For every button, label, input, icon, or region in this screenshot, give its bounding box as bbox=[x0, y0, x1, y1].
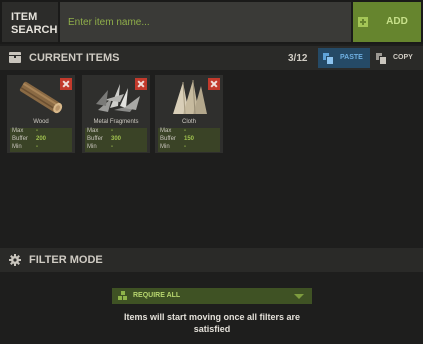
filter-mode-description: Items will start moving once all filters… bbox=[123, 312, 301, 334]
box-icon bbox=[9, 52, 21, 63]
paste-label: PASTE bbox=[340, 54, 363, 61]
remove-item-button[interactable] bbox=[60, 78, 72, 90]
items-grid: Wood Max - Buffer 200 Min - Metal Fragme… bbox=[0, 70, 423, 247]
item-min-row: Min - bbox=[10, 144, 72, 152]
item-max-row: Max - bbox=[10, 128, 72, 136]
buffer-value[interactable]: 300 bbox=[111, 136, 121, 142]
min-label: Min bbox=[160, 144, 170, 150]
remove-item-button[interactable] bbox=[208, 78, 220, 90]
min-value[interactable]: - bbox=[36, 144, 38, 150]
boxes-icon bbox=[118, 291, 128, 301]
max-value[interactable]: - bbox=[36, 128, 38, 134]
min-value[interactable]: - bbox=[111, 144, 113, 150]
item-search-bar: ITEM SEARCH ADD bbox=[0, 0, 423, 44]
paste-icon bbox=[323, 53, 334, 65]
item-slot-cloth[interactable]: Cloth Max - Buffer 150 Min - bbox=[155, 75, 223, 153]
max-label: Max bbox=[12, 128, 24, 134]
item-slot-metal-fragments[interactable]: Metal Fragments Max - Buffer 300 Min - bbox=[82, 75, 150, 153]
filter-mode-title: FILTER MODE bbox=[29, 254, 103, 266]
item-search-label: ITEM SEARCH bbox=[2, 2, 58, 42]
buffer-label: Buffer bbox=[160, 136, 176, 142]
min-value[interactable]: - bbox=[184, 144, 186, 150]
max-value[interactable]: - bbox=[184, 128, 186, 134]
item-min-row: Min - bbox=[158, 144, 220, 152]
item-name: Metal Fragments bbox=[93, 119, 139, 125]
max-value[interactable]: - bbox=[111, 128, 113, 134]
chevron-down-icon bbox=[294, 294, 304, 299]
item-slot-wood[interactable]: Wood Max - Buffer 200 Min - bbox=[7, 75, 75, 153]
item-name: Cloth bbox=[181, 119, 196, 125]
item-min-row: Min - bbox=[85, 144, 147, 152]
min-label: Min bbox=[12, 144, 22, 150]
gear-icon bbox=[9, 254, 21, 266]
item-name: Wood bbox=[33, 119, 49, 125]
filter-mode-header: FILTER MODE bbox=[0, 248, 423, 272]
max-label: Max bbox=[160, 128, 172, 134]
item-buffer-row: Buffer 150 bbox=[158, 136, 220, 144]
add-button[interactable]: ADD bbox=[353, 2, 421, 42]
filter-mode-selected: REQUIRE ALL bbox=[133, 292, 181, 299]
current-items-title: CURRENT ITEMS bbox=[29, 52, 120, 64]
add-button-label: ADD bbox=[386, 16, 408, 27]
buffer-value[interactable]: 200 bbox=[36, 136, 46, 142]
item-max-row: Max - bbox=[85, 128, 147, 136]
buffer-value[interactable]: 150 bbox=[184, 136, 194, 142]
buffer-label: Buffer bbox=[87, 136, 103, 142]
buffer-label: Buffer bbox=[12, 136, 28, 142]
item-buffer-row: Buffer 200 bbox=[10, 136, 72, 144]
item-max-row: Max - bbox=[158, 128, 220, 136]
copy-button[interactable]: COPY bbox=[371, 48, 421, 68]
copy-icon bbox=[376, 53, 387, 65]
filter-mode-dropdown[interactable]: REQUIRE ALL bbox=[112, 288, 312, 304]
item-buffer-row: Buffer 300 bbox=[85, 136, 147, 144]
item-count: 3/12 bbox=[288, 53, 308, 64]
paste-button[interactable]: PASTE bbox=[318, 48, 370, 68]
min-label: Min bbox=[87, 144, 97, 150]
copy-label: COPY bbox=[393, 54, 413, 61]
current-items-header: CURRENT ITEMS 3/12 PASTE COPY bbox=[0, 46, 423, 70]
remove-item-button[interactable] bbox=[135, 78, 147, 90]
item-search-input[interactable] bbox=[60, 2, 351, 42]
max-label: Max bbox=[87, 128, 99, 134]
filter-mode-panel: REQUIRE ALL Items will start moving once… bbox=[0, 272, 423, 344]
plus-icon bbox=[358, 17, 368, 27]
